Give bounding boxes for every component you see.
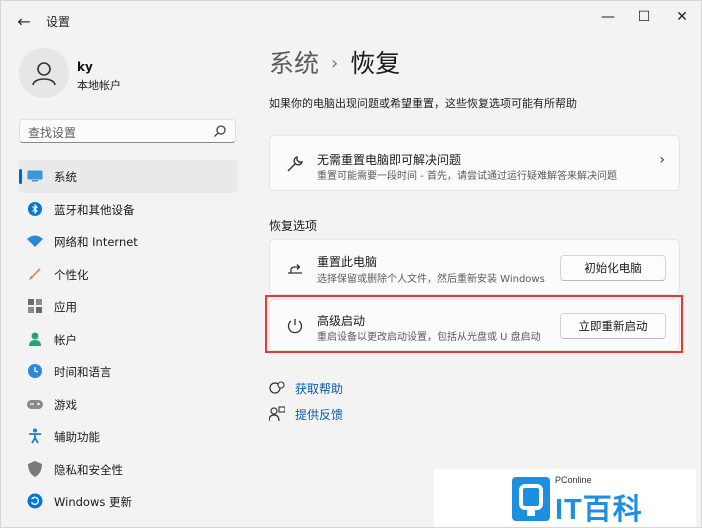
page-title: 恢复 xyxy=(350,49,401,78)
update-icon xyxy=(27,493,43,509)
settings-window: ← 设置 — ☐ ✕ ky 本地帐户 查找设置 系统 蓝牙和其他设备 网络和 I… xyxy=(0,0,702,528)
search-input[interactable]: 查找设置 xyxy=(19,119,236,143)
apps-icon xyxy=(27,298,43,314)
advanced-startup-card: 高级启动 重启设备以更改启动设置，包括从光盘或 U 盘启动 立即重新启动 xyxy=(269,299,680,351)
sidebar-item-label: 系统 xyxy=(54,170,77,184)
sidebar-nav: 系统 蓝牙和其他设备 网络和 Internet 个性化 应用 帐户 时间和语言 … xyxy=(19,160,237,518)
user-name: ky xyxy=(77,60,93,74)
reset-title: 重置此电脑 xyxy=(317,255,378,269)
give-feedback-label[interactable]: 提供反馈 xyxy=(295,406,343,423)
advanced-startup-title: 高级启动 xyxy=(317,314,366,328)
watermark: PConline IT百科 xyxy=(434,469,696,527)
sidebar-item-label: 应用 xyxy=(54,300,77,314)
sidebar-item-privacy[interactable]: 隐私和安全性 xyxy=(19,453,237,486)
wifi-icon xyxy=(27,233,43,249)
wrench-icon xyxy=(287,156,303,172)
accessibility-icon xyxy=(27,428,43,444)
user-profile[interactable]: ky 本地帐户 xyxy=(19,48,239,104)
help-icon xyxy=(269,381,285,394)
person-icon xyxy=(32,62,56,86)
troubleshoot-subtitle: 重置可能需要一段时间 - 首先，请尝试通过运行疑难解答来解决问题 xyxy=(317,171,617,182)
sidebar-item-label: 帐户 xyxy=(54,332,77,347)
account-type: 本地帐户 xyxy=(77,79,121,92)
sidebar-item-label: 个性化 xyxy=(54,267,89,282)
watermark-big-text: IT百科 xyxy=(555,494,643,526)
monitor-icon xyxy=(27,168,43,184)
breadcrumb: 系统 › 恢复 xyxy=(269,47,400,81)
watermark-logo xyxy=(512,477,550,521)
chevron-right-icon: › xyxy=(659,152,665,168)
feedback-icon xyxy=(269,406,285,422)
close-button[interactable]: ✕ xyxy=(671,9,693,25)
maximize-button[interactable]: ☐ xyxy=(633,9,655,25)
sidebar-item-time-language[interactable]: 时间和语言 xyxy=(19,355,237,388)
reset-pc-button[interactable]: 初始化电脑 xyxy=(560,255,666,281)
app-title: 设置 xyxy=(46,15,71,29)
search-icon xyxy=(214,125,226,137)
sidebar-item-network[interactable]: 网络和 Internet xyxy=(19,225,237,258)
advanced-startup-subtitle: 重启设备以更改启动设置，包括从光盘或 U 盘启动 xyxy=(317,332,541,343)
gamepad-icon xyxy=(27,396,43,412)
shield-icon xyxy=(27,460,43,477)
sidebar-item-label: 网络和 Internet xyxy=(54,235,138,249)
page-description: 如果你的电脑出现问题或希望重置，这些恢复选项可能有所帮助 xyxy=(269,97,577,110)
sidebar-item-label: 隐私和安全性 xyxy=(54,462,123,477)
section-title: 恢复选项 xyxy=(269,219,318,233)
troubleshoot-title: 无需重置电脑即可解决问题 xyxy=(317,153,462,167)
sidebar-item-windows-update[interactable]: Windows 更新 xyxy=(19,485,237,518)
minimize-button[interactable]: — xyxy=(597,9,619,25)
person-icon xyxy=(27,331,43,347)
reset-subtitle: 选择保留或删除个人文件，然后重新安装 Windows xyxy=(317,274,545,285)
reset-pc-card: 重置此电脑 选择保留或删除个人文件，然后重新安装 Windows 初始化电脑 xyxy=(269,239,680,295)
get-help-label[interactable]: 获取帮助 xyxy=(295,380,343,397)
back-button[interactable]: ← xyxy=(14,12,34,32)
sidebar-item-system[interactable]: 系统 xyxy=(19,160,237,193)
clock-globe-icon xyxy=(27,363,43,379)
sidebar-item-gaming[interactable]: 游戏 xyxy=(19,388,237,421)
sidebar-item-accounts[interactable]: 帐户 xyxy=(19,323,237,356)
sidebar-item-accessibility[interactable]: 辅助功能 xyxy=(19,420,237,453)
sidebar-item-label: 时间和语言 xyxy=(54,365,112,379)
sidebar-item-label: 蓝牙和其他设备 xyxy=(54,202,135,217)
bluetooth-icon xyxy=(27,201,43,217)
restart-now-button[interactable]: 立即重新启动 xyxy=(560,313,666,339)
power-restart-icon xyxy=(287,319,303,334)
sidebar-item-apps[interactable]: 应用 xyxy=(19,290,237,323)
breadcrumb-parent[interactable]: 系统 xyxy=(269,49,319,78)
troubleshoot-card[interactable]: 无需重置电脑即可解决问题 重置可能需要一段时间 - 首先，请尝试通过运行疑难解答… xyxy=(269,135,680,191)
search-placeholder: 查找设置 xyxy=(28,126,77,140)
watermark-small-text: PConline xyxy=(555,475,592,485)
reset-icon xyxy=(288,264,302,274)
brush-icon xyxy=(27,266,43,282)
sidebar-item-personalization[interactable]: 个性化 xyxy=(19,258,237,291)
sidebar-item-label: 辅助功能 xyxy=(54,430,100,444)
sidebar-item-bluetooth[interactable]: 蓝牙和其他设备 xyxy=(19,193,237,226)
avatar[interactable] xyxy=(19,48,69,98)
title-bar: ← 设置 — ☐ ✕ xyxy=(1,1,702,41)
sidebar-item-label: Windows 更新 xyxy=(54,495,132,509)
breadcrumb-separator: › xyxy=(331,53,339,74)
sidebar-item-label: 游戏 xyxy=(54,397,77,412)
